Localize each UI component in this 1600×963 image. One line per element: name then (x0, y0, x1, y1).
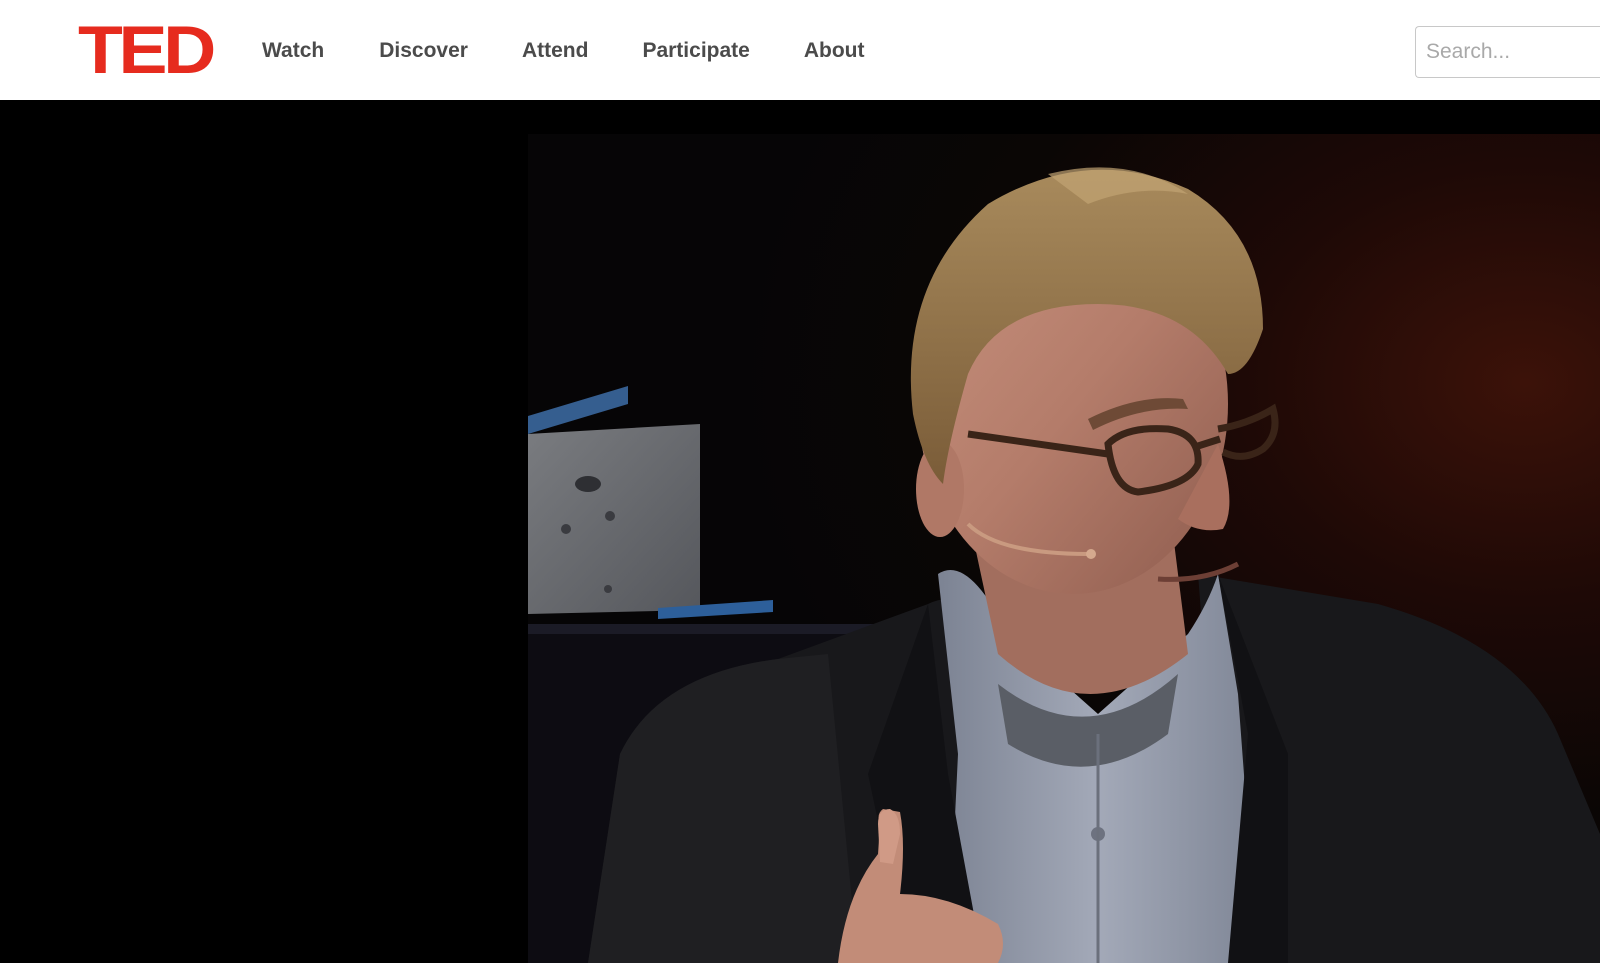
nav-item-about[interactable]: About (804, 38, 865, 64)
nav-item-participate[interactable]: Participate (642, 38, 749, 64)
ted-logo[interactable]: TED (78, 16, 216, 84)
search-input[interactable] (1415, 26, 1600, 78)
speaker-video-frame (528, 134, 1600, 963)
nav-item-discover[interactable]: Discover (379, 38, 468, 64)
ted-talk-page: TED Watch Discover Attend Participate Ab… (0, 0, 1600, 963)
nav-list: Watch Discover Attend Participate About (262, 38, 865, 64)
site-header: TED Watch Discover Attend Participate Ab… (0, 0, 1600, 100)
nav-item-attend[interactable]: Attend (522, 38, 589, 64)
video-player[interactable] (528, 134, 1600, 963)
nav-item-watch[interactable]: Watch (262, 38, 324, 64)
video-stage (0, 100, 1600, 963)
